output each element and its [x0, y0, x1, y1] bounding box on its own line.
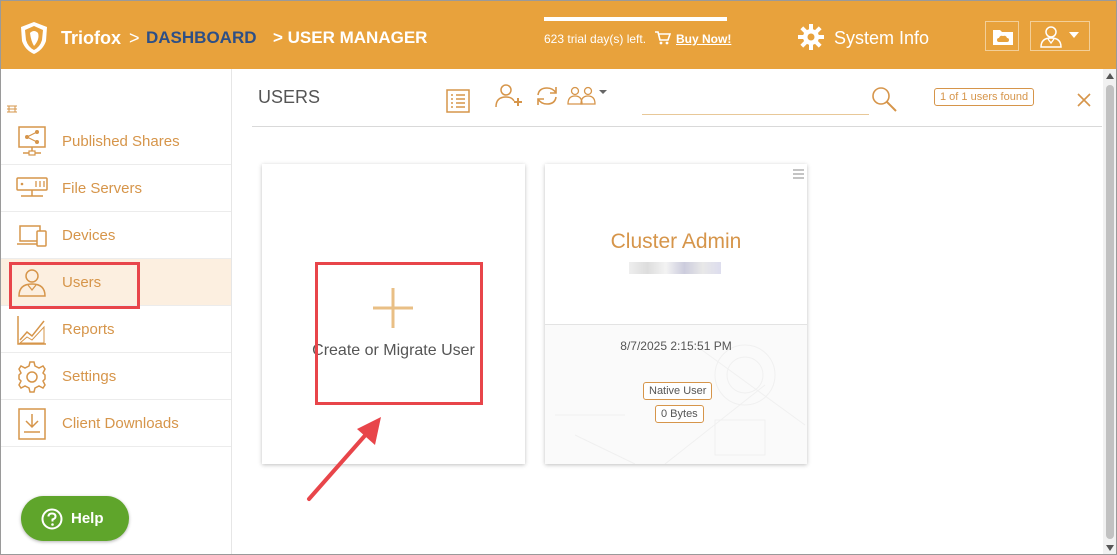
help-label: Help — [71, 510, 104, 527]
search-underline — [642, 114, 869, 115]
highlight-box-users — [9, 262, 140, 309]
sidebar-item-settings[interactable]: Settings — [1, 353, 231, 400]
reports-icon — [17, 316, 46, 345]
user-storage-badge: 0 Bytes — [655, 405, 704, 423]
add-user-icon[interactable] — [495, 83, 523, 109]
help-question-icon — [41, 508, 63, 530]
triofox-logo-icon — [21, 22, 47, 54]
sidebar-item-label: Reports — [62, 321, 115, 338]
system-info-link[interactable]: System Info — [834, 28, 929, 49]
scrollbar-thumb[interactable] — [1106, 85, 1114, 539]
top-bar: Triofox > DASHBOARD > USER MANAGER 623 t… — [1, 1, 1116, 69]
users-found-badge: 1 of 1 users found — [934, 88, 1035, 106]
cloud-folder-icon — [993, 30, 1013, 45]
settings-gear-icon — [18, 361, 46, 393]
user-type-badge: Native User — [643, 382, 713, 400]
buy-now-link[interactable]: Buy Now! — [676, 32, 731, 46]
scroll-up-arrow-icon[interactable] — [1106, 73, 1114, 79]
header-divider — [252, 126, 1102, 127]
cart-icon[interactable] — [655, 31, 671, 45]
close-icon[interactable] — [1077, 93, 1091, 107]
sidebar-item-label: Devices — [62, 227, 116, 244]
page-title: USERS — [258, 87, 321, 107]
file-servers-icon — [16, 177, 48, 197]
search-icon[interactable] — [871, 86, 897, 112]
cloud-folder-button[interactable] — [985, 21, 1019, 51]
breadcrumb-user-manager: > USER MANAGER — [273, 28, 428, 47]
sidebar-item-file-servers[interactable]: File Servers — [1, 165, 231, 212]
search-input[interactable] — [642, 89, 869, 113]
sidebar-item-label: File Servers — [62, 180, 143, 197]
user-created-date: 8/7/2025 2:15:51 PM — [620, 339, 732, 353]
sidebar: Published Shares File Servers Devices Us… — [1, 69, 232, 554]
devices-icon — [17, 225, 47, 247]
sync-refresh-icon[interactable] — [534, 85, 560, 107]
brand-name[interactable]: Triofox — [61, 28, 121, 49]
sidebar-item-client-downloads[interactable]: Client Downloads — [1, 400, 231, 447]
user-avatar-icon — [1040, 26, 1062, 48]
sidebar-item-devices[interactable]: Devices — [1, 212, 231, 259]
help-button[interactable]: Help — [21, 496, 129, 541]
user-card[interactable]: Cluster Admin 8/7/2025 2:15:51 PM Native… — [545, 164, 807, 464]
breadcrumb-separator: > — [129, 28, 140, 48]
sidebar-item-label: Published Shares — [62, 133, 180, 150]
sidebar-item-label: Settings — [62, 368, 117, 385]
sidebar-item-published-shares[interactable]: Published Shares — [1, 118, 231, 165]
highlight-box-create-user — [315, 262, 483, 405]
user-groups-dropdown-icon[interactable] — [567, 86, 609, 106]
sidebar-collapse-icon[interactable] — [7, 105, 17, 113]
sidebar-item-label: Client Downloads — [62, 415, 179, 432]
card-menu-icon[interactable] — [793, 169, 804, 179]
vertical-scrollbar[interactable] — [1103, 69, 1116, 554]
list-view-icon[interactable] — [446, 89, 470, 113]
annotation-arrow-icon — [307, 417, 381, 501]
app-window: Triofox > DASHBOARD > USER MANAGER 623 t… — [0, 0, 1117, 555]
breadcrumb-dashboard-link[interactable]: DASHBOARD — [146, 28, 257, 48]
user-name: Cluster Admin — [610, 230, 742, 253]
system-info-gear-icon[interactable] — [797, 23, 825, 51]
scroll-down-arrow-icon[interactable] — [1106, 545, 1114, 551]
trial-days-text: 623 trial day(s) left. — [544, 32, 647, 46]
published-shares-icon — [18, 126, 46, 156]
user-menu-button[interactable] — [1030, 21, 1090, 51]
sidebar-item-reports[interactable]: Reports — [1, 306, 231, 353]
client-downloads-icon — [18, 408, 46, 440]
trial-progress-bar — [544, 17, 727, 21]
blurred-email — [629, 262, 721, 274]
chevron-down-icon — [1069, 32, 1079, 38]
